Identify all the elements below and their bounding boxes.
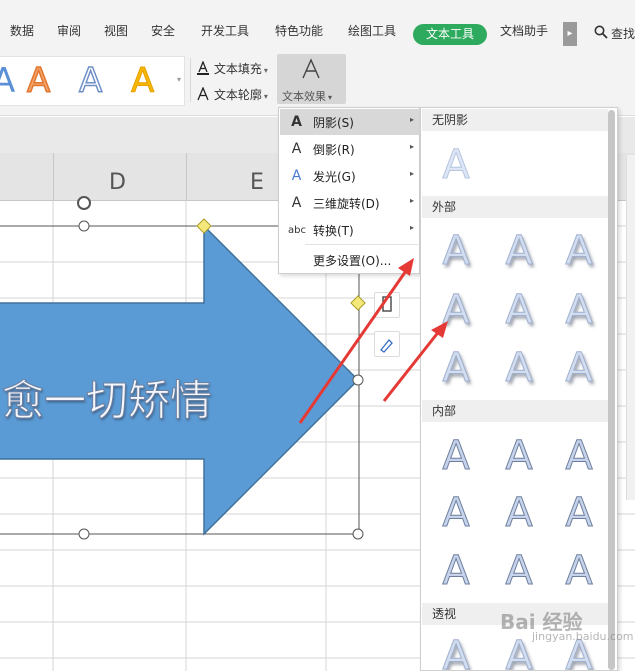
menu-item-3d-rotation[interactable]: A 三维旋转(D) ▸ [280, 190, 420, 216]
text-outline-icon [197, 86, 209, 101]
shadow-option-inner[interactable]: A [500, 493, 538, 534]
text-effect-dropdown-icon: ▾ [328, 93, 333, 102]
shadow-option-outer[interactable]: A [560, 348, 598, 389]
resize-handle[interactable] [78, 528, 90, 540]
gallery-scrollbar[interactable] [608, 110, 615, 670]
text-effect-icon [302, 58, 320, 79]
shadow-option-inner[interactable]: A [437, 551, 475, 592]
shadow-option-perspective[interactable]: A [437, 636, 475, 671]
text-style-blue[interactable]: A [0, 62, 15, 100]
menu-features[interactable]: 特色功能 [275, 22, 323, 39]
menu-item-reflection[interactable]: A 倒影(R) ▸ [280, 136, 420, 162]
shadow-option-outer[interactable]: A [560, 290, 598, 331]
menu-item-transform[interactable]: abc 转换(T) ▸ [280, 217, 420, 243]
shadow-option-inner[interactable]: A [437, 493, 475, 534]
menu-overflow-chevron-icon[interactable]: ▸ [563, 22, 577, 46]
submenu-arrow-icon: ▸ [409, 223, 414, 232]
submenu-arrow-icon: ▸ [409, 169, 414, 178]
menu-item-label: 转换(T) [313, 224, 354, 238]
menu-item-label: 三维旋转(D) [313, 197, 380, 211]
text-fill-icon [197, 60, 209, 75]
annotation-arrows [298, 258, 448, 424]
menu-item-shadow[interactable]: A 阴影(S) ▸ [280, 109, 420, 135]
gallery-scroll-icon[interactable]: ▾ [174, 60, 184, 100]
search-label[interactable]: 查找 [611, 25, 635, 42]
shadow-icon: A [291, 114, 302, 130]
menu-developer[interactable]: 开发工具 [201, 22, 249, 39]
shadow-option-inner[interactable]: A [560, 436, 598, 477]
text-fill-dropdown-icon: ▾ [263, 66, 268, 75]
text-style-blue-outline[interactable]: A [78, 61, 103, 101]
shape-text[interactable]: 愈一切矫情 [1, 367, 212, 428]
shadow-option-outer[interactable]: A [500, 231, 538, 272]
shadow-option-none[interactable]: A [437, 145, 475, 186]
submenu-arrow-icon: ▸ [409, 115, 414, 124]
text-fill-button[interactable]: 文本填充 ▾ [196, 60, 268, 77]
search-icon[interactable] [594, 25, 608, 39]
menu-doc-assistant[interactable]: 文档助手 [500, 22, 548, 39]
shadow-option-inner[interactable]: A [560, 493, 598, 534]
menu-item-glow[interactable]: A 发光(G) ▸ [280, 163, 420, 189]
shadow-option-inner[interactable]: A [500, 551, 538, 592]
column-header-e[interactable]: E [250, 170, 264, 195]
text-outline-button[interactable]: 文本轮廓 ▾ [196, 86, 268, 103]
shadow-option-outer[interactable]: A [500, 290, 538, 331]
ribbon-divider [190, 58, 191, 102]
menu-data[interactable]: 数据 [10, 22, 34, 39]
menu-divider [305, 244, 418, 245]
text-outline-label: 文本轮廓 [213, 88, 262, 102]
watermark-url: jingyan.baidu.com [532, 630, 634, 643]
section-no-shadow: 无阴影 [422, 109, 608, 131]
shadow-option-inner[interactable]: A [437, 436, 475, 477]
column-divider [186, 153, 187, 201]
transform-icon: abc [288, 225, 306, 236]
annotation-arrow-head [398, 258, 414, 276]
column-header-d[interactable]: D [109, 170, 126, 195]
shadow-option-inner[interactable]: A [500, 436, 538, 477]
menu-item-label: 倒影(R) [313, 143, 355, 157]
annotation-arrow-head [431, 321, 448, 338]
text-effect-button[interactable]: 文本效果 ▾ [277, 54, 346, 104]
text-fill-label: 文本填充 [213, 62, 262, 76]
menu-drawing-tools[interactable]: 绘图工具 [348, 22, 396, 39]
sheet-scrollbar[interactable] [626, 155, 635, 500]
reflection-icon: A [291, 141, 302, 157]
menu-review[interactable]: 审阅 [57, 22, 81, 39]
glow-icon: A [291, 168, 302, 184]
text-outline-dropdown-icon: ▾ [263, 92, 268, 101]
annotation-arrow-line [382, 329, 442, 402]
3d-rotation-icon: A [291, 195, 302, 211]
annotation-arrow-line [298, 267, 410, 424]
menu-item-label: 阴影(S) [313, 116, 354, 130]
column-divider [53, 153, 54, 201]
section-outer: 外部 [422, 196, 608, 218]
resize-handle[interactable] [352, 528, 364, 540]
menu-view[interactable]: 视图 [104, 22, 128, 39]
text-effect-menu: A 阴影(S) ▸ A 倒影(R) ▸ A 发光(G) ▸ A 三维旋转(D) … [278, 107, 420, 274]
menu-security[interactable]: 安全 [151, 22, 175, 39]
shadow-option-outer[interactable]: A [500, 348, 538, 389]
shadow-option-outer[interactable]: A [560, 231, 598, 272]
text-style-orange-outline[interactable]: A [26, 61, 51, 101]
submenu-arrow-icon: ▸ [409, 142, 414, 151]
text-style-gold[interactable]: A [130, 62, 154, 101]
submenu-arrow-icon: ▸ [409, 196, 414, 205]
shadow-option-inner[interactable]: A [560, 551, 598, 592]
resize-handle[interactable] [78, 220, 90, 232]
rotate-handle-icon[interactable] [77, 196, 91, 210]
text-effect-label: 文本效果 [282, 90, 326, 103]
menu-item-label: 发光(G) [313, 170, 356, 184]
menu-text-tools[interactable]: 文本工具 [413, 24, 487, 45]
